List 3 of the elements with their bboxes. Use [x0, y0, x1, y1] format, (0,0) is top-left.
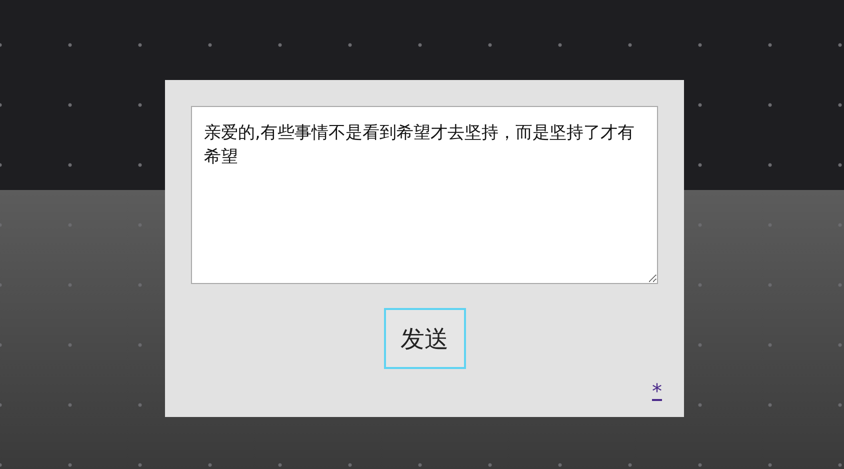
send-button[interactable]: 发送 [384, 308, 466, 369]
asterisk-link[interactable]: * [652, 379, 662, 403]
message-field[interactable]: 亲爱的,有些事情不是看到希望才去坚持，而是坚持了才有希望 [191, 106, 658, 284]
